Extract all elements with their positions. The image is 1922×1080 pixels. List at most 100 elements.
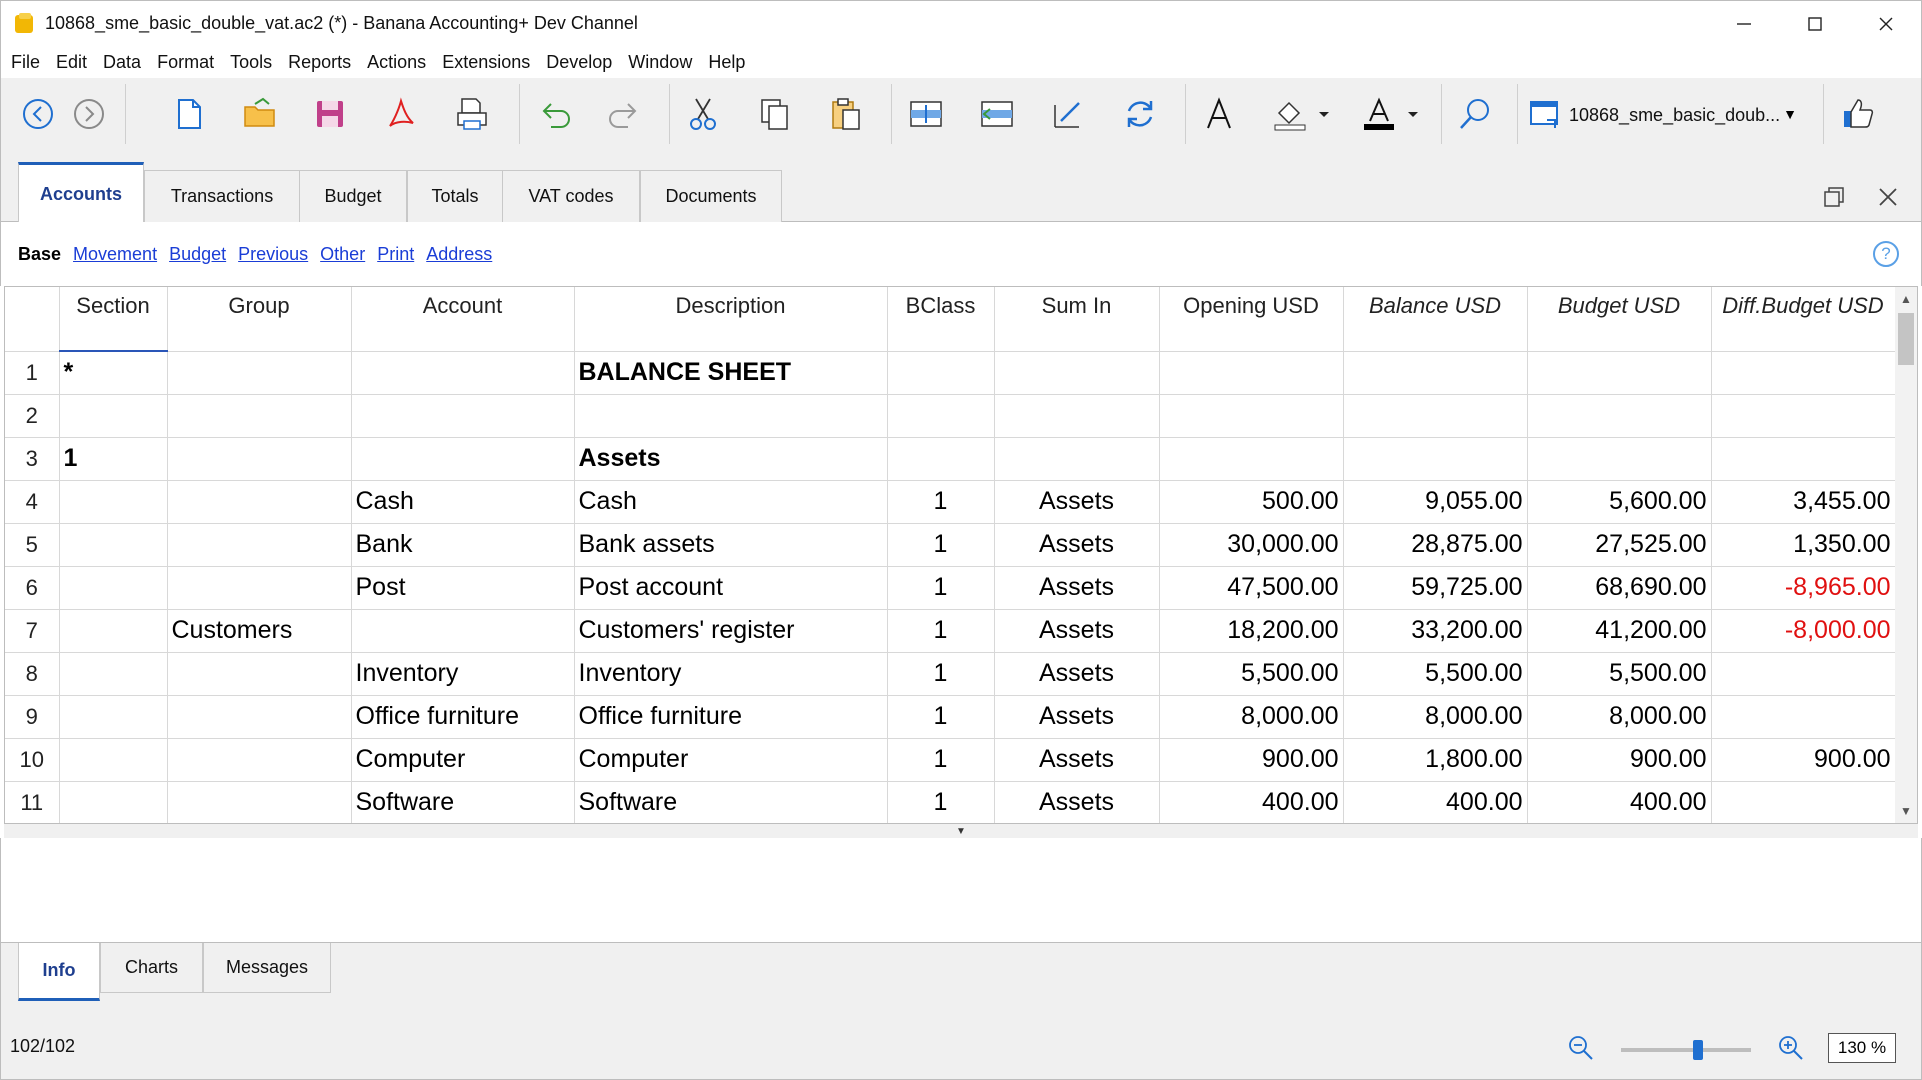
view-movement[interactable]: Movement [73,244,157,265]
menu-format[interactable]: Format [157,52,214,73]
tab-accounts[interactable]: Accounts [18,162,144,223]
zoom-in-icon[interactable] [1777,1034,1805,1062]
menu-file[interactable]: File [11,52,40,73]
cell-diff-budget[interactable]: 3,455.00 [1711,480,1896,524]
cell-bclass[interactable] [887,394,995,438]
table-row[interactable]: 6 Post Post account 1 Assets 47,500.00 59,725.… [5,566,1896,610]
cell-description[interactable]: Software [574,781,888,823]
cell-balance[interactable] [1343,437,1528,481]
menu-extensions[interactable]: Extensions [442,52,530,73]
cell-budget[interactable] [1527,437,1712,481]
cell-sum-in[interactable]: Assets [994,609,1160,653]
zoom-slider[interactable] [1621,1040,1751,1060]
cell-description[interactable]: Office furniture [574,695,888,739]
cell-diff-budget[interactable]: 900.00 [1711,738,1896,782]
cell-description[interactable]: BALANCE SHEET [574,351,888,395]
cell-diff-budget[interactable] [1711,695,1896,739]
cell-account[interactable]: Software [351,781,575,823]
cell-opening[interactable]: 5,500.00 [1159,652,1344,696]
menu-develop[interactable]: Develop [546,52,612,73]
cell-section[interactable] [59,695,168,739]
cell-account[interactable]: Cash [351,480,575,524]
cell-description[interactable]: Assets [574,437,888,481]
row-number[interactable]: 1 [5,351,60,395]
table-row[interactable]: 11 Software Software 1 Assets 400.00 400.00 400… [5,781,1896,823]
view-address[interactable]: Address [426,244,492,265]
cell-balance[interactable]: 400.00 [1343,781,1528,823]
cell-account[interactable]: Office furniture [351,695,575,739]
scroll-thumb[interactable] [1898,313,1914,365]
cell-bclass[interactable]: 1 [887,480,995,524]
cell-group[interactable] [167,738,352,782]
row-number[interactable]: 6 [5,566,60,610]
cell-sum-in[interactable] [994,394,1160,438]
cell-budget[interactable]: 400.00 [1527,781,1712,823]
col-header-diff-budget[interactable]: Diff.Budget USD [1711,287,1896,352]
menu-tools[interactable]: Tools [230,52,272,73]
menu-data[interactable]: Data [103,52,141,73]
cell-sum-in[interactable]: Assets [994,738,1160,782]
cell-diff-budget[interactable] [1711,781,1896,823]
cell-balance[interactable]: 8,000.00 [1343,695,1528,739]
cell-opening[interactable] [1159,394,1344,438]
text-color-dropdown[interactable] [1401,92,1425,136]
cell-bclass[interactable]: 1 [887,652,995,696]
cell-account[interactable]: Inventory [351,652,575,696]
cell-opening[interactable]: 500.00 [1159,480,1344,524]
cell-description[interactable]: Post account [574,566,888,610]
cell-group[interactable] [167,351,352,395]
table-row[interactable]: 9 Office furniture Office furniture 1 Assets… [5,695,1896,739]
cell-budget[interactable]: 5,600.00 [1527,480,1712,524]
cell-group[interactable] [167,523,352,567]
cell-opening[interactable] [1159,351,1344,395]
row-number[interactable]: 2 [5,394,60,438]
row-number[interactable]: 8 [5,652,60,696]
cell-sum-in[interactable]: Assets [994,523,1160,567]
fill-color-dropdown[interactable] [1312,92,1336,136]
tab-charts[interactable]: Charts [100,943,203,993]
row-number[interactable]: 3 [5,437,60,481]
redo-button[interactable] [603,92,647,136]
cell-opening[interactable]: 400.00 [1159,781,1344,823]
cell-diff-budget[interactable]: -8,965.00 [1711,566,1896,610]
col-header-sum-in[interactable]: Sum In [994,287,1160,352]
tab-documents[interactable]: Documents [640,170,782,222]
cell-diff-budget[interactable] [1711,437,1896,481]
tab-transactions[interactable]: Transactions [144,170,300,222]
col-header-budget[interactable]: Budget USD [1527,287,1712,352]
view-print[interactable]: Print [377,244,414,265]
col-header-group[interactable]: Group [167,287,352,352]
cell-bclass[interactable] [887,437,995,481]
col-header-opening[interactable]: Opening USD [1159,287,1344,352]
table-row[interactable]: 7 Customers Customers' register 1 Assets 18,2… [5,609,1896,653]
cell-account[interactable] [351,609,575,653]
cell-section[interactable] [59,480,168,524]
cell-sum-in[interactable]: Assets [994,566,1160,610]
cell-sum-in[interactable] [994,437,1160,481]
cell-group[interactable] [167,652,352,696]
cell-description[interactable]: Bank assets [574,523,888,567]
cell-group[interactable]: Customers [167,609,352,653]
back-button[interactable] [16,92,60,136]
cell-balance[interactable]: 5,500.00 [1343,652,1528,696]
view-budget[interactable]: Budget [169,244,226,265]
cell-balance[interactable]: 59,725.00 [1343,566,1528,610]
cell-group[interactable] [167,480,352,524]
col-header-bclass[interactable]: BClass [887,287,995,352]
tab-vat-codes[interactable]: VAT codes [502,170,640,222]
zoom-level[interactable]: 130 % [1828,1033,1896,1063]
menu-edit[interactable]: Edit [56,52,87,73]
cell-description[interactable] [574,394,888,438]
cell-balance[interactable]: 33,200.00 [1343,609,1528,653]
menu-actions[interactable]: Actions [367,52,426,73]
cell-section[interactable] [59,523,168,567]
move-row-button[interactable] [975,92,1019,136]
cell-group[interactable] [167,695,352,739]
cell-opening[interactable]: 30,000.00 [1159,523,1344,567]
maximize-button[interactable] [1779,1,1850,47]
tab-info[interactable]: Info [18,943,100,1001]
find-button[interactable] [1453,92,1497,136]
table-row[interactable]: 4 Cash Cash 1 Assets 500.00 9,055.00 5,600.00 3,… [5,480,1896,524]
cell-diff-budget[interactable] [1711,351,1896,395]
zoom-out-icon[interactable] [1567,1034,1595,1062]
